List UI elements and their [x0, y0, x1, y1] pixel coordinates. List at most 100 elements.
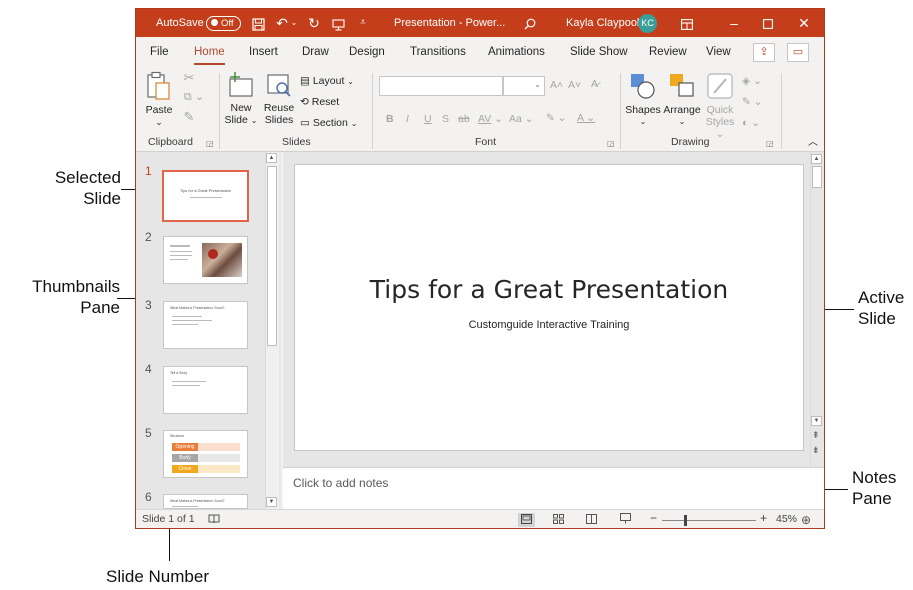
tab-slide-show[interactable]: Slide Show: [570, 46, 628, 58]
search-icon[interactable]: [522, 9, 538, 37]
decrease-font-button[interactable]: A˅: [568, 79, 581, 91]
section-button[interactable]: ▭ Section ⌄: [300, 117, 358, 130]
clear-formatting-icon[interactable]: A̷: [591, 78, 598, 90]
drawing-group-label: Drawing: [671, 136, 710, 148]
drawing-launcher-icon[interactable]: ◲: [766, 139, 774, 148]
previous-slide-icon[interactable]: ⇞: [812, 430, 820, 441]
zoom-slider-thumb[interactable]: [684, 515, 687, 526]
tab-view[interactable]: View: [706, 46, 731, 58]
save-icon[interactable]: [250, 9, 266, 37]
redo-icon[interactable]: ↻: [306, 9, 322, 37]
shape-outline-icon[interactable]: ✎ ⌄: [742, 96, 763, 108]
tab-file[interactable]: File: [150, 46, 169, 58]
notes-pane[interactable]: Click to add notes: [283, 467, 824, 510]
zoom-level[interactable]: 45%: [776, 513, 797, 525]
slide-scroll-up-icon[interactable]: ▲: [811, 154, 822, 164]
customize-toolbar-icon[interactable]: ⩡: [357, 9, 369, 37]
tab-review[interactable]: Review: [649, 46, 687, 58]
shapes-button[interactable]: Shapes ⌄: [624, 71, 662, 128]
reset-button[interactable]: ⟲ Reset: [300, 96, 339, 108]
thumbnail-photo: [202, 243, 242, 277]
thumbnail-slide-1[interactable]: Tips for a Great Presentation: [162, 170, 249, 222]
font-size-box[interactable]: ⌄: [503, 76, 545, 96]
shape-effects-icon[interactable]: ◐ ⌄: [742, 117, 760, 129]
new-slide-button[interactable]: New Slide ⌄: [224, 71, 258, 127]
slide-subtitle[interactable]: Customguide Interactive Training: [295, 319, 803, 331]
separator: [219, 73, 220, 149]
undo-dropdown-icon[interactable]: ⌄: [290, 9, 298, 37]
shape-fill-icon[interactable]: ◈ ⌄: [742, 75, 762, 87]
layout-button[interactable]: ▤ Layout ⌄: [300, 75, 354, 88]
strikethrough-button[interactable]: ab: [458, 113, 470, 125]
thumbnail-number: 6: [145, 490, 152, 504]
format-painter-icon[interactable]: ✎: [182, 110, 196, 123]
share-button[interactable]: ⇪: [753, 43, 775, 62]
tab-animations[interactable]: Animations: [488, 46, 545, 58]
slide-sorter-icon[interactable]: [553, 513, 564, 527]
arrange-button[interactable]: Arrange ⌄: [662, 71, 702, 128]
maximize-icon[interactable]: [760, 9, 776, 37]
zoom-out-button[interactable]: −: [650, 511, 657, 525]
font-color-icon[interactable]: A ⌄: [577, 112, 595, 124]
slide-title[interactable]: Tips for a Great Presentation: [295, 275, 803, 304]
active-slide[interactable]: Tips for a Great Presentation Customguid…: [294, 164, 804, 451]
reuse-slides-button[interactable]: Reuse Slides: [262, 71, 296, 126]
quick-styles-button[interactable]: Quick Styles ⌄: [702, 71, 738, 140]
tab-home[interactable]: Home: [194, 46, 225, 65]
thumbnail-number: 3: [145, 298, 152, 312]
separator: [372, 73, 373, 149]
slide-scroll-thumb[interactable]: [812, 166, 822, 188]
thumbnail-slide-3[interactable]: What Makes a Presentation Good?: [163, 301, 248, 349]
normal-view-icon[interactable]: [518, 513, 535, 527]
reading-view-icon[interactable]: [586, 513, 597, 527]
clipboard-launcher-icon[interactable]: ◲: [206, 139, 214, 148]
accessibility-book-icon[interactable]: [208, 513, 220, 527]
scroll-down-icon[interactable]: ▼: [266, 497, 277, 507]
zoom-slider-track[interactable]: [662, 520, 756, 521]
thumbnail-bar-close: Close: [172, 465, 198, 473]
document-title: Presentation - Power...: [394, 17, 506, 29]
autosave-toggle[interactable]: Off: [206, 9, 241, 37]
tab-design[interactable]: Design: [349, 46, 385, 58]
thumbnail-slide-4[interactable]: Tell a Story: [163, 366, 248, 414]
tab-transitions[interactable]: Transitions: [410, 46, 466, 58]
change-case-button[interactable]: Aa ⌄: [509, 113, 534, 125]
increase-font-button[interactable]: A˄: [550, 79, 563, 91]
font-launcher-icon[interactable]: ◲: [607, 139, 615, 148]
zoom-in-button[interactable]: +: [760, 511, 767, 525]
start-from-beginning-icon[interactable]: [330, 9, 346, 37]
paste-button[interactable]: Paste ⌄: [142, 71, 176, 128]
slide-show-view-icon[interactable]: [620, 513, 631, 527]
collapse-ribbon-icon[interactable]: ︿: [808, 137, 818, 149]
user-name: Kayla Claypool: [566, 17, 640, 29]
comments-button[interactable]: ▭: [787, 43, 809, 62]
close-icon[interactable]: ✕: [796, 9, 812, 37]
bold-button[interactable]: B: [386, 113, 394, 125]
notes-placeholder[interactable]: Click to add notes: [293, 476, 388, 490]
thumbnail-slide-2[interactable]: [163, 236, 248, 284]
shadow-button[interactable]: S: [442, 113, 449, 125]
cut-icon[interactable]: ✂: [182, 71, 196, 84]
copy-icon[interactable]: ⧉ ⌄: [182, 91, 206, 103]
tab-draw[interactable]: Draw: [302, 46, 329, 58]
shapes-icon: [631, 74, 655, 99]
slide-scroll-down-icon[interactable]: ▼: [811, 416, 822, 426]
user-avatar[interactable]: KC: [638, 9, 657, 37]
highlight-icon[interactable]: ✎ ⌄: [546, 112, 567, 124]
scroll-up-icon[interactable]: ▲: [266, 153, 277, 163]
italic-button[interactable]: I: [406, 113, 409, 125]
scroll-thumb[interactable]: [267, 166, 277, 346]
ribbon-display-icon[interactable]: [679, 9, 695, 37]
fit-slide-icon[interactable]: ⊕: [801, 513, 811, 527]
minimize-icon[interactable]: –: [726, 9, 742, 37]
thumbnails-pane: 1 Tips for a Great Presentation 2 3 What…: [136, 152, 281, 509]
character-spacing-button[interactable]: AV ⌄: [478, 113, 503, 125]
underline-button[interactable]: U: [424, 113, 432, 125]
thumbnail-slide-5[interactable]: Structure Opening Body Close: [163, 430, 248, 478]
tab-insert[interactable]: Insert: [249, 46, 278, 58]
thumbnail-slide-6[interactable]: What Makes a Presentation Good?: [163, 494, 248, 509]
next-slide-icon[interactable]: ⇟: [812, 445, 820, 456]
undo-icon[interactable]: ↶: [274, 9, 290, 37]
thumbnail-number: 1: [145, 164, 152, 178]
font-name-box[interactable]: [379, 76, 503, 96]
